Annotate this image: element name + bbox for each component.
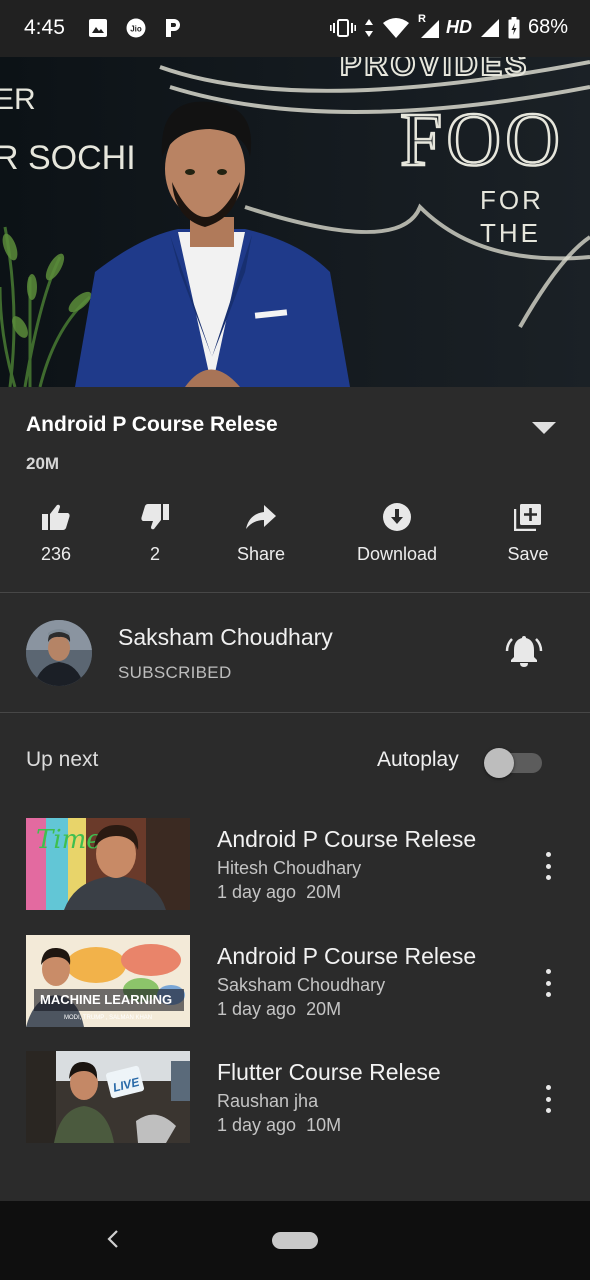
video-meta: 1 day ago 20M xyxy=(217,999,341,1020)
video-views: 10M xyxy=(306,1115,342,1135)
thumbnail-image: Time xyxy=(26,818,190,910)
expand-description-icon[interactable] xyxy=(531,421,557,435)
up-next-label: Up next xyxy=(26,748,99,771)
more-options-icon[interactable] xyxy=(538,969,558,997)
video-title: Android P Course Relese xyxy=(26,413,278,436)
back-icon[interactable] xyxy=(104,1229,122,1249)
video-frame: PROVIDES FOO FOR THE ER R SOCHI xyxy=(0,57,590,387)
more-options-icon[interactable] xyxy=(538,852,558,880)
battery-icon xyxy=(508,16,520,38)
video-age: 1 day ago xyxy=(217,999,297,1019)
save-label: Save xyxy=(507,544,549,564)
toggle-knob xyxy=(484,748,514,778)
action-bar: 236 2 Share Download Save xyxy=(0,500,590,570)
video-info-panel: Android P Course Relese 20M 236 2 Share … xyxy=(0,387,590,593)
video-meta: 1 day ago 10M xyxy=(217,1115,341,1136)
wall-text-left-1: ER xyxy=(0,83,36,116)
video-channel: Saksham Choudhary xyxy=(217,975,386,995)
up-next-item[interactable]: MACHINE LEARNING MODI, TRUMP , SALMAN KH… xyxy=(0,935,590,1031)
svg-text:Jio: Jio xyxy=(130,25,142,34)
channel-name[interactable]: Saksham Choudhary xyxy=(118,624,333,651)
wall-text-the: THE xyxy=(480,218,541,248)
avatar-image xyxy=(26,620,92,686)
paytm-icon xyxy=(166,19,180,37)
video-thumbnail[interactable]: MACHINE LEARNING MODI, TRUMP , SALMAN KH… xyxy=(26,935,190,1027)
video-title: Flutter Course Relese xyxy=(217,1059,441,1085)
up-next-item[interactable]: LIVE Flutter Course Relese Raushan jha 1… xyxy=(0,1051,590,1147)
share-label: Share xyxy=(236,544,286,564)
more-options-icon[interactable] xyxy=(538,1085,558,1113)
jio-icon: Jio xyxy=(126,18,146,38)
home-pill-button[interactable] xyxy=(272,1232,318,1249)
up-next-section: Up next Autoplay Time Android P Course R… xyxy=(0,714,590,1201)
video-views: 20M xyxy=(306,999,342,1019)
wifi-icon xyxy=(382,17,409,38)
share-icon xyxy=(246,505,276,529)
thumb-text-time: Time xyxy=(36,825,102,855)
thumb-subtext: MODI, TRUMP , SALMAN KHAN xyxy=(64,1015,152,1021)
download-button[interactable]: Download xyxy=(342,500,452,565)
video-meta: 1 day ago 20M xyxy=(217,882,341,903)
dislike-count: 2 xyxy=(149,544,160,564)
share-button[interactable]: Share xyxy=(206,500,316,565)
vibrate-icon xyxy=(329,18,356,37)
video-age: 1 day ago xyxy=(217,882,297,902)
thumbs-up-icon xyxy=(42,504,70,530)
status-time: 4:45 xyxy=(24,16,65,39)
dislike-button[interactable]: 2 xyxy=(100,500,210,565)
network-type: HD xyxy=(445,17,472,37)
video-title: Android P Course Relese xyxy=(217,826,477,852)
download-icon xyxy=(383,503,411,531)
download-label: Download xyxy=(356,544,438,564)
subscription-status[interactable]: SUBSCRIBED xyxy=(118,663,232,683)
video-thumbnail[interactable]: LIVE xyxy=(26,1051,190,1143)
autoplay-label: Autoplay xyxy=(377,748,459,771)
notification-bell-icon[interactable] xyxy=(505,634,543,668)
signal-icon xyxy=(420,19,439,38)
wall-text-for: FOR xyxy=(480,185,544,215)
signal-icon-2 xyxy=(480,18,499,37)
thumbnail-image: MACHINE LEARNING MODI, TRUMP , SALMAN KH… xyxy=(26,935,190,1027)
wall-text-left-2: R SOCHI xyxy=(0,139,136,177)
channel-avatar[interactable] xyxy=(26,620,92,686)
video-channel: Hitesh Choudhary xyxy=(217,858,362,878)
battery-percent: 68% xyxy=(527,16,568,38)
video-title: Android P Course Relese xyxy=(217,943,477,969)
thumbnail-image: LIVE xyxy=(26,1051,190,1143)
video-thumbnail[interactable]: Time xyxy=(26,818,190,910)
save-button[interactable]: Save xyxy=(473,500,583,565)
wall-text-big: FOO xyxy=(400,98,564,182)
autoplay-toggle[interactable] xyxy=(484,748,542,778)
up-next-item[interactable]: Time Android P Course Relese Hitesh Chou… xyxy=(0,818,590,914)
video-age: 1 day ago xyxy=(217,1115,297,1135)
wall-text-top: PROVIDES xyxy=(340,57,529,82)
like-count: 236 xyxy=(40,544,72,564)
video-channel: Raushan jha xyxy=(217,1091,319,1111)
status-bar: 4:45 Jio R HD 68% xyxy=(0,0,590,57)
image-icon xyxy=(89,19,107,37)
data-arrows-icon xyxy=(364,18,373,37)
video-player[interactable]: PROVIDES FOO FOR THE ER R SOCHI xyxy=(0,57,590,387)
video-views: 20M xyxy=(306,882,342,902)
add-to-playlist-icon xyxy=(514,504,541,531)
view-count: 20M xyxy=(26,454,60,473)
channel-row: Saksham Choudhary SUBSCRIBED xyxy=(0,594,590,713)
system-nav-bar xyxy=(0,1201,590,1280)
thumb-text-ml: MACHINE LEARNING xyxy=(40,992,172,1007)
like-button[interactable]: 236 xyxy=(1,500,111,565)
thumbs-down-icon xyxy=(141,504,169,530)
